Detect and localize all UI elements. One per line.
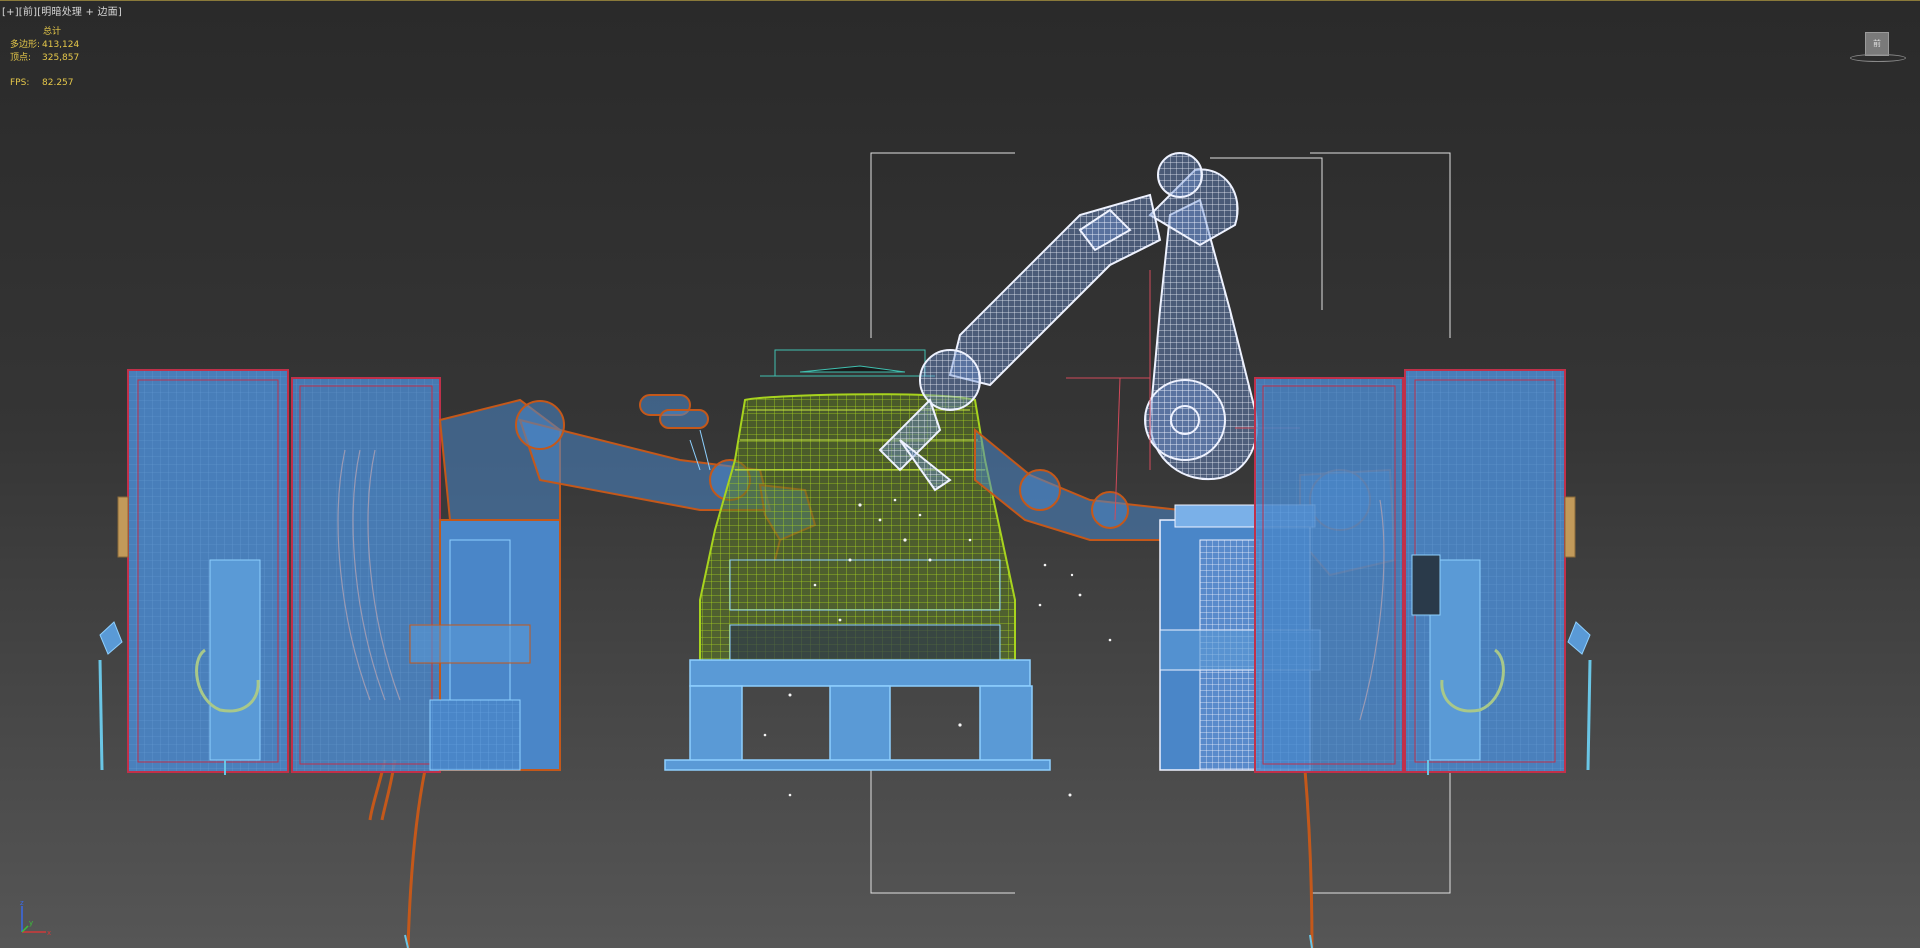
right-cabinet-outer xyxy=(1404,369,1576,773)
left-cabinet-outer xyxy=(117,369,289,773)
axis-z-label: z xyxy=(20,900,24,907)
right-teach-pendant xyxy=(1567,621,1592,771)
left-cabinet-inner xyxy=(291,377,441,773)
floor-markers xyxy=(224,760,1429,948)
axis-x-label: x xyxy=(47,929,51,937)
right-cabinet-inner xyxy=(1254,377,1404,773)
car-roof-frame xyxy=(760,349,935,377)
floor-cables xyxy=(368,759,1314,948)
car-platform xyxy=(664,659,1051,771)
car-body-wireframe xyxy=(699,393,1016,666)
axis-tripod-icon: z x y xyxy=(20,900,51,937)
3d-viewport[interactable]: [+][前][明暗处理 + 边面] 总计 多边形: 413,124 顶点: 32… xyxy=(0,0,1920,948)
left-teach-pendant xyxy=(98,621,123,771)
scene-render[interactable] xyxy=(0,0,1920,948)
axis-y-label: y xyxy=(29,919,33,927)
